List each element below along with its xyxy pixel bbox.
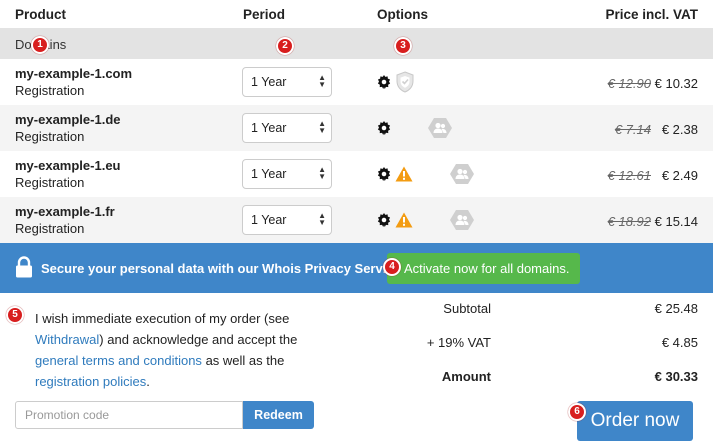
price: € 15.14 bbox=[654, 214, 698, 229]
contacts-hex-icon[interactable] bbox=[449, 163, 475, 185]
select-caret-icon: ▲ ▼ bbox=[318, 165, 326, 181]
table-row: my-example-1.com Registration 1 Year ▲ ▼ €… bbox=[0, 59, 713, 105]
table-header: Product Period Options Price incl. VAT bbox=[0, 0, 713, 28]
column-header-options: Options bbox=[377, 7, 428, 22]
gear-icon[interactable] bbox=[377, 213, 391, 227]
table-row: my-example-1.eu Registration 1 Year ▲ ▼ € … bbox=[0, 151, 713, 197]
annotation-badge: 1 bbox=[31, 36, 49, 54]
whois-privacy-text: Secure your personal data with our Whois… bbox=[41, 261, 405, 276]
period-select[interactable]: 1 Year ▲ ▼ bbox=[242, 113, 332, 143]
old-price: € 7.14 bbox=[614, 122, 651, 137]
annotation-badge: 3 bbox=[394, 37, 412, 55]
gear-icon[interactable] bbox=[377, 75, 391, 89]
column-header-period: Period bbox=[243, 7, 286, 22]
legal-consent-text: I wish immediate execution of my order (… bbox=[35, 311, 298, 389]
terms-link[interactable]: general terms and conditions bbox=[35, 353, 202, 368]
price: € 10.32 bbox=[654, 76, 698, 91]
column-header-price: Price incl. VAT bbox=[605, 7, 698, 22]
annotation-badge: 2 bbox=[276, 37, 294, 55]
activate-privacy-button[interactable]: Activate now for all domains. bbox=[387, 253, 580, 284]
withdrawal-link[interactable]: Withdrawal bbox=[35, 332, 99, 347]
domain-name: my-example-1.com bbox=[15, 66, 133, 81]
subtotal-label: Subtotal bbox=[443, 301, 491, 316]
select-caret-icon: ▲ ▼ bbox=[318, 73, 326, 89]
old-price: € 12.61 bbox=[607, 168, 651, 183]
registration-policies-link[interactable]: registration policies bbox=[35, 374, 146, 389]
period-select[interactable]: 1 Year ▲ ▼ bbox=[242, 205, 332, 235]
order-type: Registration bbox=[15, 129, 85, 144]
contacts-hex-icon[interactable] bbox=[449, 209, 475, 231]
price: € 2.49 bbox=[661, 168, 698, 183]
order-type: Registration bbox=[15, 175, 85, 190]
annotation-badge: 5 bbox=[6, 306, 24, 324]
table-row: my-example-1.fr Registration 1 Year ▲ ▼ € … bbox=[0, 197, 713, 243]
warning-icon[interactable] bbox=[395, 212, 413, 228]
annotation-badge: 4 bbox=[383, 258, 401, 276]
select-caret-icon: ▲ ▼ bbox=[318, 211, 326, 227]
price: € 2.38 bbox=[661, 122, 698, 137]
order-type: Registration bbox=[15, 83, 85, 98]
select-caret-icon: ▲ ▼ bbox=[318, 119, 326, 135]
domain-name: my-example-1.de bbox=[15, 112, 121, 127]
shield-icon[interactable] bbox=[395, 71, 415, 93]
subtotal-value: € 25.48 bbox=[654, 301, 698, 316]
domain-name: my-example-1.eu bbox=[15, 158, 121, 173]
amount-label: Amount bbox=[441, 369, 491, 384]
order-type: Registration bbox=[15, 221, 85, 236]
order-now-button[interactable]: Order now bbox=[577, 401, 693, 441]
promotion-code-input[interactable] bbox=[15, 401, 243, 429]
gear-icon[interactable] bbox=[377, 167, 391, 181]
domain-name: my-example-1.fr bbox=[15, 204, 115, 219]
warning-icon[interactable] bbox=[395, 166, 413, 182]
column-header-product: Product bbox=[15, 7, 67, 22]
period-select[interactable]: 1 Year ▲ ▼ bbox=[242, 67, 332, 97]
amount-value: € 30.33 bbox=[654, 369, 698, 384]
gear-icon[interactable] bbox=[377, 121, 391, 135]
section-domains: Domains bbox=[0, 28, 713, 59]
table-row: my-example-1.de Registration 1 Year ▲ ▼ € … bbox=[0, 105, 713, 151]
period-select[interactable]: 1 Year ▲ ▼ bbox=[242, 159, 332, 189]
redeem-button[interactable]: Redeem bbox=[243, 401, 314, 429]
vat-label: + 19% VAT bbox=[426, 335, 491, 350]
annotation-badge: 6 bbox=[568, 403, 586, 421]
vat-value: € 4.85 bbox=[661, 335, 698, 350]
lock-icon bbox=[16, 256, 32, 278]
old-price: € 12.90 bbox=[607, 76, 651, 91]
whois-privacy-banner: Secure your personal data with our Whois… bbox=[0, 243, 713, 293]
old-price: € 18.92 bbox=[607, 214, 651, 229]
contacts-hex-icon[interactable] bbox=[427, 117, 453, 139]
